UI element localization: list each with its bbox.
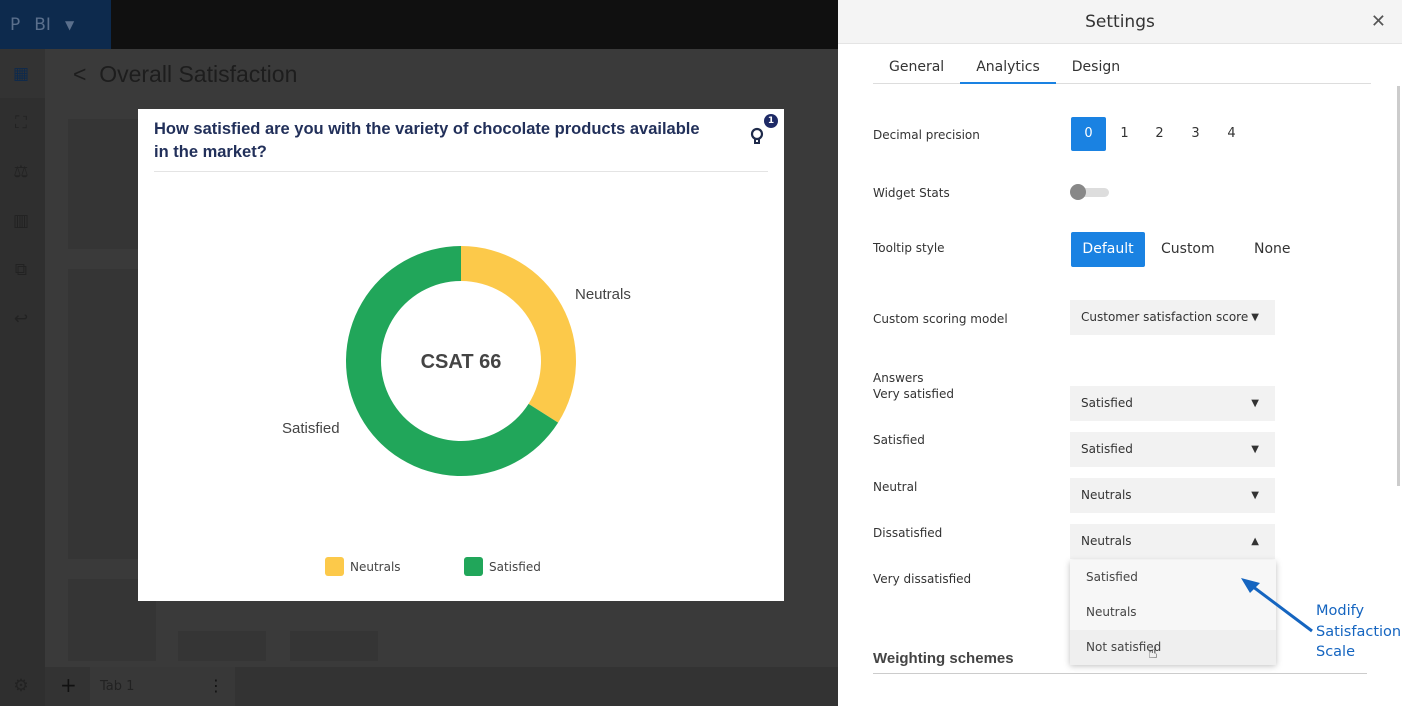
- caret-down-icon: ▼: [1251, 398, 1259, 409]
- settings-panel: Settings ✕ General Analytics Design Deci…: [838, 0, 1402, 706]
- divider: [873, 673, 1367, 674]
- undo-icon[interactable]: ↩: [11, 309, 31, 329]
- legend-swatch: [464, 557, 483, 576]
- settings-gear-icon[interactable]: ⚙: [11, 676, 31, 696]
- precision-3[interactable]: 3: [1178, 117, 1213, 151]
- answer-dissatisfied-label: Dissatisfied: [873, 526, 943, 540]
- caret-down-icon: ▼: [1251, 490, 1259, 501]
- select-value: Satisfied: [1081, 396, 1133, 410]
- donut-center-label: CSAT 66: [421, 351, 502, 373]
- add-tab-icon[interactable]: +: [60, 673, 77, 697]
- tooltip-style-label: Tooltip style: [873, 241, 945, 255]
- caret-down-icon: ▼: [1251, 312, 1259, 323]
- scrollbar[interactable]: [1397, 86, 1400, 486]
- close-icon[interactable]: ✕: [1371, 0, 1386, 44]
- copy-icon[interactable]: ⧉: [11, 260, 31, 280]
- settings-tabs: General Analytics Design: [873, 50, 1371, 84]
- satisfied-select[interactable]: Satisfied ▼: [1070, 432, 1275, 467]
- annotation-line: Modify: [1316, 603, 1365, 619]
- tab-design[interactable]: Design: [1056, 50, 1136, 84]
- top-bar: P BI ▼: [0, 0, 838, 49]
- annotation-line: Scale: [1316, 644, 1356, 660]
- precision-1[interactable]: 1: [1107, 117, 1142, 151]
- tab-bar: + Tab 1 ⋮: [45, 667, 838, 706]
- slice-label-neutrals: Neutrals: [575, 286, 631, 303]
- logo: P: [10, 14, 21, 35]
- legend-item-neutrals[interactable]: Neutrals: [325, 557, 401, 576]
- legend-swatch: [325, 557, 344, 576]
- weighting-schemes-heading: Weighting schemes: [873, 650, 1014, 667]
- slice-label-satisfied: Satisfied: [282, 420, 340, 437]
- annotation-line: Satisfaction: [1316, 623, 1402, 640]
- report-icon[interactable]: ▥: [11, 211, 31, 231]
- hand-cursor-icon: ☝: [1148, 643, 1158, 662]
- page-title-text: Overall Satisfaction: [99, 61, 298, 87]
- tab-1[interactable]: Tab 1 ⋮: [90, 667, 235, 706]
- chevron-down-icon: ▼: [64, 17, 75, 32]
- donut-slice-neutrals[interactable]: [461, 246, 576, 423]
- tab-label: Tab 1: [100, 679, 135, 694]
- caret-up-icon: ▲: [1251, 536, 1259, 547]
- scan-icon[interactable]: ⛶: [11, 113, 31, 133]
- app-name: BI: [34, 14, 51, 35]
- select-value: Customer satisfaction score: [1081, 310, 1249, 324]
- page-title: < Overall Satisfaction: [73, 61, 297, 88]
- precision-0[interactable]: 0: [1071, 117, 1106, 151]
- donut-chart: CSAT 66: [346, 246, 576, 476]
- sidebar: ▦ ⛶ ⚖ ▥ ⧉ ↩ ⚙: [0, 49, 45, 706]
- answer-satisfied-label: Satisfied: [873, 433, 925, 447]
- answer-very-satisfied-label: Very satisfied: [873, 387, 954, 401]
- caret-down-icon: ▼: [1251, 444, 1259, 455]
- settings-title: Settings: [1085, 12, 1155, 32]
- legend-label: Neutrals: [350, 559, 401, 574]
- answer-very-dissatisfied-label: Very dissatisfied: [873, 572, 972, 586]
- decimal-precision-label: Decimal precision: [873, 128, 980, 142]
- scoring-model-label: Custom scoring model: [873, 312, 1008, 326]
- select-value: Neutrals: [1081, 488, 1132, 502]
- widget-stats-toggle[interactable]: [1070, 184, 1109, 200]
- tooltip-custom-button[interactable]: Custom: [1149, 232, 1227, 267]
- very-satisfied-select[interactable]: Satisfied ▼: [1070, 386, 1275, 421]
- select-value: Neutrals: [1081, 534, 1132, 548]
- dashboard-icon[interactable]: ▦: [11, 64, 31, 84]
- answers-label: Answers: [873, 371, 924, 385]
- option-not-satisfied[interactable]: Not satisfied: [1070, 630, 1276, 665]
- legend-label: Satisfied: [489, 559, 541, 574]
- legend-item-satisfied[interactable]: Satisfied: [464, 557, 541, 576]
- widget-stats-label: Widget Stats: [873, 186, 950, 200]
- annotation-arrow-icon: [1241, 578, 1313, 633]
- chart-widget: How satisfied are you with the variety o…: [138, 109, 784, 601]
- answer-neutral-label: Neutral: [873, 480, 918, 494]
- annotation-callout: Modify Satisfaction Scale: [1316, 601, 1401, 663]
- tooltip-default-button[interactable]: Default: [1071, 232, 1145, 267]
- tab-general[interactable]: General: [873, 50, 960, 84]
- precision-2[interactable]: 2: [1142, 117, 1177, 151]
- scale-icon[interactable]: ⚖: [11, 162, 31, 182]
- select-value: Satisfied: [1081, 442, 1133, 456]
- app-switcher[interactable]: P BI ▼: [0, 0, 111, 49]
- tooltip-none-button[interactable]: None: [1242, 232, 1303, 267]
- tab-analytics[interactable]: Analytics: [960, 50, 1056, 84]
- scoring-model-select[interactable]: Customer satisfaction score ▼: [1070, 300, 1275, 335]
- precision-4[interactable]: 4: [1214, 117, 1249, 151]
- back-icon[interactable]: <: [73, 61, 86, 87]
- neutral-select[interactable]: Neutrals ▼: [1070, 478, 1275, 513]
- more-vert-icon[interactable]: ⋮: [208, 676, 224, 695]
- settings-header: Settings ✕: [838, 0, 1402, 44]
- dissatisfied-select[interactable]: Neutrals ▲: [1070, 524, 1275, 559]
